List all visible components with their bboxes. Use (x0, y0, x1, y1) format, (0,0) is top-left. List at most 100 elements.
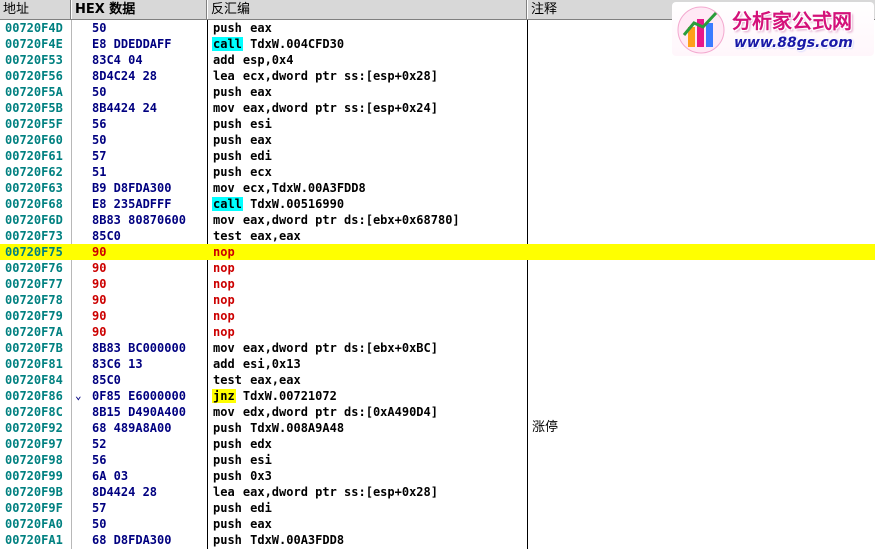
row-disassembly: mov eax,dword ptr ss:[esp+0x24] (212, 100, 438, 116)
listing-row[interactable]: 00720F75 90 nop (0, 244, 875, 260)
listing-row[interactable]: 00720F61 57 push edi (0, 148, 875, 164)
row-mnemonic: push (213, 533, 242, 547)
row-disassembly: call TdxW.004CFD30 (212, 36, 344, 52)
row-mnemonic: push (213, 21, 242, 35)
listing-row[interactable]: 00720F7A 90 nop (0, 324, 875, 340)
listing-row[interactable]: 00720F63 B9 D8FDA300 mov ecx,TdxW.00A3FDD8 (0, 180, 875, 196)
listing-row[interactable]: 00720F5A 50 push eax (0, 84, 875, 100)
listing-row[interactable]: 00720F92 68 489A8A00 push TdxW.008A9A48 涨停 (0, 420, 875, 436)
row-address: 00720F7A (5, 325, 63, 339)
row-operands: eax (242, 517, 272, 531)
row-disassembly: jnz TdxW.00721072 (212, 388, 337, 404)
row-operands: edx,dword ptr ds:[0xA490D4] (235, 405, 438, 419)
listing-row[interactable]: 00720F8C 8B15 D490A400 mov edx,dword ptr d… (0, 404, 875, 420)
row-comment: 涨停 (532, 420, 559, 435)
listing-row[interactable]: 00720F9B 8D4424 28 lea eax,dword ptr ss:[e… (0, 484, 875, 500)
row-disassembly: add esp,0x4 (212, 52, 293, 68)
row-mnemonic: nop (213, 293, 235, 307)
row-address: 00720F79 (5, 309, 63, 323)
row-hex: B9 D8FDA300 (92, 181, 172, 195)
chart-bars-icon (677, 6, 725, 54)
row-mnemonic: nop (213, 245, 235, 259)
row-disassembly: mov eax,dword ptr ds:[ebx+0xBC] (212, 340, 438, 356)
column-header-address[interactable]: 地址 (0, 0, 72, 19)
listing-row[interactable]: 00720F79 90 nop (0, 308, 875, 324)
column-header-hex[interactable]: HEX 数据 (72, 0, 208, 19)
listing-row[interactable]: 00720F6D 8B83 80870600 mov eax,dword ptr d… (0, 212, 875, 228)
row-address: 00720F60 (5, 133, 63, 147)
row-mnemonic: mov (213, 101, 235, 115)
row-operands: eax,dword ptr ss:[esp+0x24] (235, 101, 438, 115)
row-address: 00720F97 (5, 437, 63, 451)
row-address: 00720F76 (5, 261, 63, 275)
row-operands: TdxW.00516990 (242, 197, 345, 211)
listing-row[interactable]: 00720F78 90 nop (0, 292, 875, 308)
row-disassembly: push edx (212, 436, 272, 452)
listing-row[interactable]: 00720F81 83C6 13 add esi,0x13 (0, 356, 875, 372)
listing-row[interactable]: 00720F97 52 push edx (0, 436, 875, 452)
row-address: 00720F86 (5, 389, 63, 403)
listing-row[interactable]: 00720F60 50 push eax (0, 132, 875, 148)
row-address: 00720F98 (5, 453, 63, 467)
row-mnemonic: test (213, 229, 242, 243)
row-operands: TdxW.00A3FDD8 (242, 533, 345, 547)
row-mnemonic: add (213, 357, 235, 371)
row-address: 00720F4E (5, 37, 63, 51)
row-disassembly: mov ecx,TdxW.00A3FDD8 (212, 180, 366, 196)
row-operands: eax,dword ptr ds:[ebx+0xBC] (235, 341, 438, 355)
row-hex: 57 (92, 149, 107, 163)
row-disassembly: push edi (212, 500, 272, 516)
row-mnemonic: jnz (212, 389, 236, 403)
row-address: 00720F61 (5, 149, 63, 163)
row-hex: E8 235ADFFF (92, 197, 172, 211)
row-disassembly: mov eax,dword ptr ds:[ebx+0x68780] (212, 212, 460, 228)
row-mnemonic: add (213, 53, 235, 67)
row-hex: 50 (92, 133, 107, 147)
listing-row[interactable]: 00720FA0 50 push eax (0, 516, 875, 532)
disassembly-listing[interactable]: 00720F4D 50 push eax 00720F4E E8 DDEDDAFF cal… (0, 20, 875, 548)
row-hex: 50 (92, 85, 107, 99)
listing-row[interactable]: 00720F98 56 push esi (0, 452, 875, 468)
row-mnemonic: push (213, 501, 242, 515)
row-hex: 68 489A8A00 (92, 421, 172, 435)
listing-row[interactable]: 00720F68 E8 235ADFFF call TdxW.00516990 (0, 196, 875, 212)
listing-row[interactable]: 00720F77 90 nop (0, 276, 875, 292)
listing-row[interactable]: 00720F73 85C0 test eax,eax (0, 228, 875, 244)
row-operands: esi,0x13 (235, 357, 301, 371)
row-hex: 8D4C24 28 (92, 69, 158, 83)
listing-row[interactable]: 00720F5B 8B4424 24 mov eax,dword ptr ss:[e… (0, 100, 875, 116)
row-mnemonic: lea (213, 69, 235, 83)
row-address: 00720F6D (5, 213, 63, 227)
row-disassembly: nop (212, 308, 236, 324)
row-hex: 56 (92, 117, 107, 131)
row-disassembly: push 0x3 (212, 468, 272, 484)
listing-row[interactable]: 00720FA1 68 D8FDA300 push TdxW.00A3FDD8 (0, 532, 875, 548)
listing-row[interactable]: 00720F76 90 nop (0, 260, 875, 276)
row-disassembly: call TdxW.00516990 (212, 196, 344, 212)
listing-row[interactable]: 00720F62 51 push ecx (0, 164, 875, 180)
listing-row[interactable]: 00720F5F 56 push esi (0, 116, 875, 132)
listing-row[interactable]: 00720F99 6A 03 push 0x3 (0, 468, 875, 484)
listing-row[interactable]: 00720F86 ⌄ 0F85 E6000000 jnz TdxW.00721072 (0, 388, 875, 404)
row-disassembly: push esi (212, 116, 272, 132)
row-address: 00720F68 (5, 197, 63, 211)
listing-row[interactable]: 00720F56 8D4C24 28 lea ecx,dword ptr ss:[e… (0, 68, 875, 84)
row-address: 00720F63 (5, 181, 63, 195)
row-disassembly: nop (212, 260, 236, 276)
row-disassembly: nop (212, 324, 236, 340)
row-address: 00720F5B (5, 101, 63, 115)
row-address: 00720F53 (5, 53, 63, 67)
row-mnemonic: push (213, 437, 242, 451)
row-mnemonic: push (213, 117, 242, 131)
listing-row[interactable]: 00720F9F 57 push edi (0, 500, 875, 516)
row-operands: ecx,TdxW.00A3FDD8 (235, 181, 366, 195)
listing-row[interactable]: 00720F84 85C0 test eax,eax (0, 372, 875, 388)
row-hex: 90 (92, 309, 107, 323)
row-address: 00720F5F (5, 117, 63, 131)
listing-row[interactable]: 00720F7B 8B83 BC000000 mov eax,dword ptr d… (0, 340, 875, 356)
row-hex: 68 D8FDA300 (92, 533, 172, 547)
column-header-disassembly[interactable]: 反汇编 (208, 0, 528, 19)
row-hex: 8B83 80870600 (92, 213, 186, 227)
row-hex: 0F85 E6000000 (92, 389, 186, 403)
row-disassembly: lea ecx,dword ptr ss:[esp+0x28] (212, 68, 438, 84)
